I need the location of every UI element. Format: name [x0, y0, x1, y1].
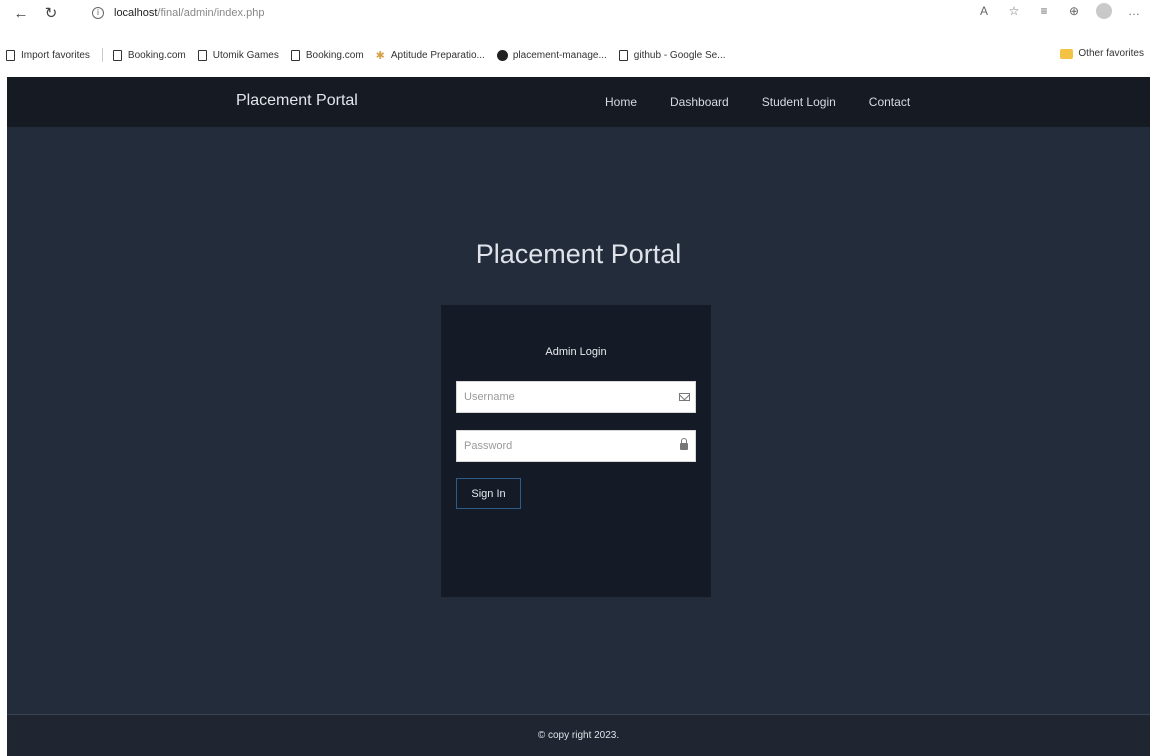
- browser-toolbar: ← ↻ i localhost /final/admin/index.php A…: [0, 0, 1150, 25]
- browser-actions: A ☆ ≡ ⊕ …: [976, 3, 1142, 19]
- aptitude-favicon-icon: ✱: [375, 49, 385, 62]
- password-input[interactable]: [457, 431, 673, 461]
- login-card: Admin Login Sign In: [441, 305, 711, 597]
- site-navbar: Placement Portal Home Dashboard Student …: [7, 77, 1150, 127]
- bookmarks-bar: Import favorites Booking.com Utomik Game…: [0, 45, 1150, 65]
- main-content: Placement Portal Admin Login Sign In: [7, 127, 1150, 714]
- favorites-list-icon[interactable]: ≡: [1036, 4, 1052, 18]
- refresh-icon[interactable]: ↻: [40, 2, 62, 24]
- bookmark-label: Utomik Games: [212, 49, 279, 61]
- url-path: /final/admin/index.php: [157, 6, 265, 19]
- bookmark-github-google[interactable]: github - Google Se...: [618, 49, 726, 61]
- footer: © copy right 2023.: [7, 714, 1150, 756]
- nav-student-login[interactable]: Student Login: [762, 95, 836, 109]
- bookmark-label: Booking.com: [127, 49, 186, 61]
- bookmark-utomik-games[interactable]: Utomik Games: [197, 49, 279, 61]
- nav-contact[interactable]: Contact: [869, 95, 910, 109]
- bookmark-label: Import favorites: [21, 49, 90, 61]
- favorite-star-icon[interactable]: ☆: [1006, 4, 1022, 18]
- bookmark-label: Aptitude Preparatio...: [390, 49, 485, 61]
- github-icon: [496, 49, 508, 61]
- info-icon[interactable]: i: [92, 6, 104, 19]
- collections-icon[interactable]: ⊕: [1066, 4, 1082, 18]
- folder-icon: [1060, 48, 1074, 59]
- url-host: localhost: [114, 6, 158, 19]
- back-arrow-icon[interactable]: ←: [10, 2, 32, 24]
- read-aloud-icon[interactable]: A: [976, 4, 992, 18]
- nav-dashboard[interactable]: Dashboard: [670, 95, 729, 109]
- bookmark-placement-manage[interactable]: placement-manage...: [496, 49, 607, 61]
- username-field: [456, 381, 696, 413]
- bookmark-label: placement-manage...: [512, 49, 607, 61]
- nav-home[interactable]: Home: [605, 95, 637, 109]
- bookmark-booking-2[interactable]: Booking.com: [290, 49, 364, 61]
- page-icon: [618, 49, 628, 61]
- sign-in-button[interactable]: Sign In: [456, 478, 521, 509]
- login-heading: Admin Login: [545, 346, 607, 358]
- lock-icon: [673, 438, 695, 453]
- profile-avatar[interactable]: [1096, 3, 1112, 19]
- more-menu-icon[interactable]: …: [1126, 4, 1142, 18]
- page-icon: [290, 49, 300, 61]
- username-input[interactable]: [457, 382, 673, 412]
- brand-title[interactable]: Placement Portal: [236, 92, 358, 110]
- mail-icon: [673, 390, 695, 404]
- bookmark-separator: [101, 48, 103, 62]
- password-field: [456, 430, 696, 462]
- address-bar[interactable]: i localhost /final/admin/index.php: [92, 3, 922, 22]
- page-icon: [112, 49, 122, 61]
- other-favorites[interactable]: Other favorites: [1060, 48, 1144, 59]
- bookmark-booking[interactable]: Booking.com: [112, 49, 186, 61]
- bookmark-import-favorites[interactable]: Import favorites: [6, 49, 90, 61]
- nav-menu: Home Dashboard Student Login Contact: [605, 95, 943, 109]
- bookmark-label: Booking.com: [305, 49, 364, 61]
- bookmark-aptitude[interactable]: ✱ Aptitude Preparatio...: [376, 49, 485, 62]
- bookmark-label: github - Google Se...: [633, 49, 726, 61]
- other-favorites-label: Other favorites: [1078, 48, 1144, 59]
- page-icon: [197, 49, 207, 61]
- import-icon: [6, 49, 15, 61]
- page-title: Placement Portal: [475, 239, 682, 269]
